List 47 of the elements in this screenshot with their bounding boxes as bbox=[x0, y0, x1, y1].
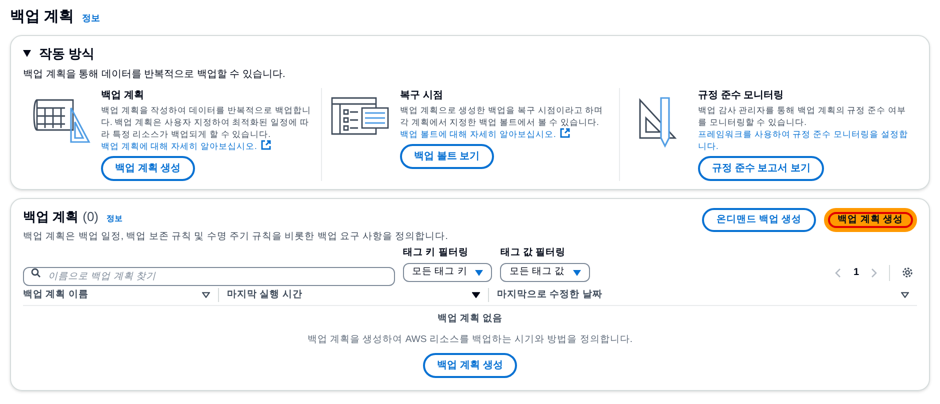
settings-icon bbox=[902, 267, 913, 278]
learn-more-link[interactable]: 백업 계획에 대해 자세히 알아보십시오. bbox=[101, 140, 271, 152]
card-title: 백업 계획 bbox=[101, 89, 144, 103]
learn-more-link[interactable]: 백업 볼트에 대해 자세히 알아보십시오. bbox=[400, 128, 570, 140]
empty-state-title: 백업 계획 없음 bbox=[437, 312, 503, 326]
settings-button[interactable] bbox=[902, 267, 913, 278]
page-number[interactable]: 1 bbox=[853, 265, 859, 280]
chevron-left-icon bbox=[835, 268, 842, 278]
info-link[interactable]: 정보 bbox=[106, 213, 123, 225]
create-plan-button[interactable]: 백업 계획 생성 bbox=[423, 352, 517, 378]
search-icon bbox=[31, 268, 41, 278]
info-link[interactable]: 정보 bbox=[82, 12, 100, 26]
column-header[interactable]: 백업 계획 이름 bbox=[23, 288, 218, 302]
sort-icon bbox=[202, 292, 210, 298]
section-toggle[interactable]: 작동 방식 bbox=[23, 44, 95, 63]
card-action-button[interactable]: 규정 준수 보고서 보기 bbox=[698, 156, 824, 181]
page-title: 백업 계획 bbox=[10, 7, 74, 27]
card-description: 백업 계획으로 생성한 백업을 복구 시점이라고 하며 각 계획에서 지정한 백업 볼트에서 볼 수 있습니다. bbox=[400, 104, 604, 128]
card-title: 복구 시점 bbox=[400, 89, 443, 103]
external-link-icon bbox=[260, 140, 271, 150]
panel-title: 백업 계획 bbox=[23, 208, 79, 226]
filter-dropdown[interactable]: 모든 태그 키 bbox=[403, 263, 492, 282]
plan-count: (0) bbox=[82, 208, 99, 226]
external-link-icon bbox=[560, 128, 570, 138]
card-action-button[interactable]: 백업 계획 생성 bbox=[101, 156, 195, 181]
action-button[interactable]: 온디맨드 백업 생성 bbox=[702, 208, 816, 232]
column-header[interactable]: 마지막 실행 시간 bbox=[218, 288, 488, 302]
section-description: 백업 계획을 통해 데이터를 반복적으로 백업할 수 있습니다. bbox=[23, 68, 286, 82]
sort-icon bbox=[472, 292, 480, 298]
card-action-button[interactable]: 백업 볼트 보기 bbox=[400, 144, 494, 169]
action-button[interactable]: 백업 계획 생성 bbox=[824, 208, 917, 232]
learn-more-link[interactable]: 프레임워크를 사용하여 규정 준수 모니터링을 설정합니다. bbox=[698, 128, 909, 152]
card-description: 백업 감사 관리자를 통해 백업 계획의 규정 준수 여부를 모니터링할 수 있습니다. bbox=[698, 104, 907, 128]
search-field[interactable]: 이름으로 백업 계획 찾기 bbox=[23, 267, 395, 286]
chevron-right-icon bbox=[871, 268, 877, 278]
filter-label: 태그 키 필터링 bbox=[403, 246, 468, 260]
caret-down-icon bbox=[572, 270, 581, 276]
filter-label: 태그 값 필터링 bbox=[500, 246, 566, 260]
caret-icon bbox=[23, 50, 31, 57]
card-description: 백업 계획을 작성하여 데이터를 반복적으로 백업합니다. 백업 계획은 사용자 지정하여 최적화된 일정에 따라 특정 리소스가 백업되게 할 수 있습니다. bbox=[101, 104, 312, 140]
empty-state-description: 백업 계획을 생성하여 AWS 리소스를 백업하는 시기와 방법을 정의합니다. bbox=[307, 332, 633, 346]
panel-description: 백업 계획은 백업 일정, 백업 보존 규칙 및 수명 주기 규칙을 비롯한 백업 요구 사항을 정의합니다. bbox=[23, 230, 448, 244]
sort-icon bbox=[901, 292, 909, 298]
filter-dropdown[interactable]: 모든 태그 값 bbox=[500, 263, 590, 282]
column-header[interactable]: 마지막으로 수정한 날짜 bbox=[488, 288, 917, 302]
card-title: 규정 준수 모니터링 bbox=[698, 89, 784, 103]
caret-down-icon bbox=[475, 270, 484, 276]
